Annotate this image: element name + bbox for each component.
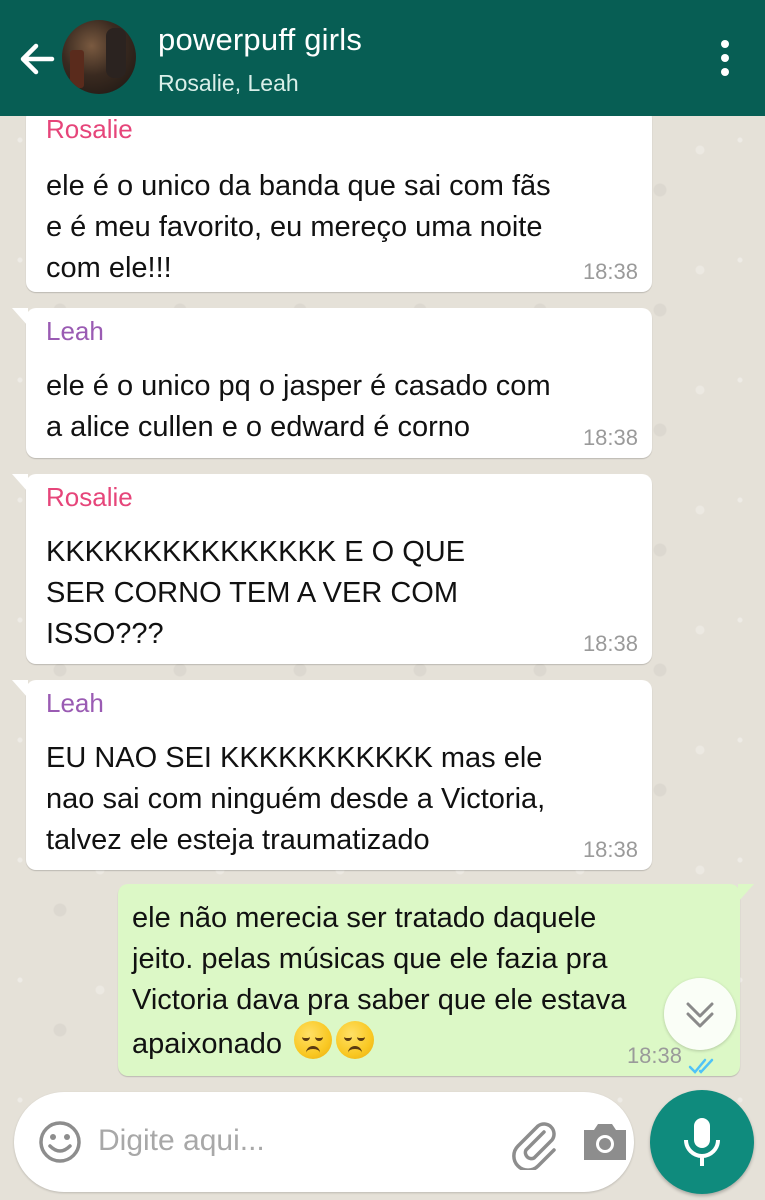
message-bubble[interactable]: Leah ele é o unico pq o jasper é casado … bbox=[12, 308, 652, 458]
microphone-button[interactable] bbox=[650, 1090, 754, 1194]
emoji-icon[interactable] bbox=[38, 1120, 82, 1164]
microphone-icon bbox=[684, 1118, 720, 1166]
chat-header: powerpuff girls Rosalie, Leah bbox=[0, 0, 765, 116]
disappointed-face-emoji bbox=[294, 1021, 333, 1059]
paperclip-icon[interactable] bbox=[506, 1114, 562, 1172]
scroll-to-bottom-button[interactable] bbox=[664, 978, 736, 1050]
message-sender: Leah bbox=[46, 688, 104, 718]
message-time: 18:38 bbox=[582, 631, 638, 656]
message-sender: Rosalie bbox=[46, 114, 133, 144]
message-time: 18:38 bbox=[582, 259, 638, 284]
message-text: ele é o unico pq o jasper é casado com a… bbox=[46, 370, 551, 443]
camera-icon[interactable] bbox=[580, 1118, 630, 1166]
more-options-icon[interactable] bbox=[719, 40, 731, 80]
message-text: ele não merecia ser tratado daquele jeit… bbox=[132, 902, 627, 1060]
message-text: EU NAO SEI KKKKKKKKKKK mas ele nao sai c… bbox=[46, 742, 546, 856]
double-chevron-down-icon bbox=[686, 1002, 714, 1028]
message-sender: Leah bbox=[46, 316, 104, 346]
chat-participants[interactable]: Rosalie, Leah bbox=[158, 70, 299, 97]
group-avatar[interactable] bbox=[62, 20, 136, 94]
disappointed-face-emoji bbox=[336, 1021, 375, 1059]
message-time: 18:38 bbox=[582, 837, 638, 862]
message-bubble[interactable]: Rosalie ele é o unico da banda que sai c… bbox=[26, 108, 652, 292]
message-sender: Rosalie bbox=[46, 482, 133, 512]
message-input[interactable]: Digite aqui... bbox=[98, 1124, 265, 1158]
message-text: ele é o unico da banda que sai com fãs e… bbox=[46, 170, 551, 284]
message-composer: Digite aqui... bbox=[14, 1092, 634, 1192]
message-time: 18:38 bbox=[582, 425, 638, 450]
message-bubble[interactable]: Rosalie KKKKKKKKKKKKKKK E O QUE SER CORN… bbox=[12, 474, 652, 664]
message-bubble[interactable]: Leah EU NAO SEI KKKKKKKKKKK mas ele nao … bbox=[12, 680, 652, 870]
back-arrow-icon[interactable] bbox=[14, 36, 60, 82]
chat-title[interactable]: powerpuff girls bbox=[158, 22, 362, 58]
outgoing-message-bubble[interactable]: ele não merecia ser tratado daquele jeit… bbox=[118, 884, 754, 1076]
message-text: KKKKKKKKKKKKKKK E O QUE SER CORNO TEM A … bbox=[46, 536, 466, 650]
